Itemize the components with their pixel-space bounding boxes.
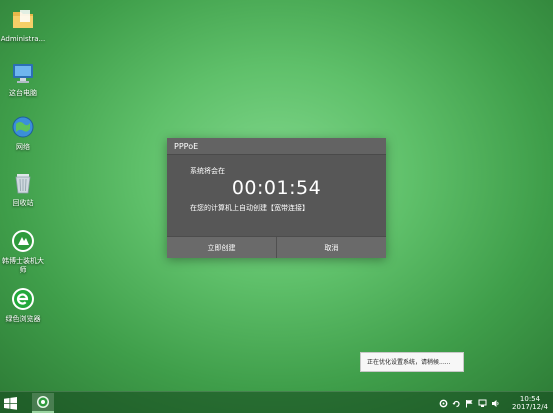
installer-app-icon	[12, 230, 34, 252]
desktop-icon-label: 这台电脑	[9, 89, 37, 97]
dialog-button-bar: 立即创建 取消	[167, 236, 386, 258]
desktop-icon-browser[interactable]: 绿色浏览器	[0, 286, 46, 324]
system-tray: 10:54 2017/12/4	[439, 392, 553, 413]
cancel-button[interactable]: 取消	[276, 237, 386, 258]
dialog-message-line2: 在您的计算机上自动创建【宽带连接】	[190, 204, 309, 212]
taskbar: 10:54 2017/12/4	[0, 391, 553, 413]
countdown-timer: 00:01:54	[231, 177, 322, 199]
settings-tray-icon[interactable]	[439, 399, 448, 408]
folder-icon	[13, 10, 33, 28]
taskbar-app-button[interactable]	[32, 393, 54, 413]
update-tray-icon[interactable]	[452, 399, 461, 408]
dialog-message-line1: 系统将会在	[190, 167, 225, 175]
flag-tray-icon[interactable]	[465, 399, 474, 408]
desktop-icon-label: Administra...	[0, 35, 46, 43]
network-tray-icon[interactable]	[478, 399, 487, 408]
clock-time: 10:54	[519, 395, 541, 403]
volume-tray-icon[interactable]	[491, 399, 500, 408]
windows-start-icon[interactable]	[4, 397, 17, 410]
taskbar-clock[interactable]: 10:54 2017/12/4	[507, 395, 553, 411]
desktop-icon-network[interactable]: 网络	[0, 114, 46, 152]
pppoe-dialog: PPPoE 系统将会在 00:01:54 在您的计算机上自动创建【宽带连接】 立…	[167, 138, 386, 258]
dialog-title: PPPoE	[167, 138, 386, 155]
computer-icon	[13, 64, 33, 83]
desktop-icon-label: 回收站	[12, 199, 34, 207]
optimizing-notification: 正在优化设置系统，请稍候......	[360, 352, 464, 372]
desktop-icon-administrator[interactable]: Administra...	[0, 6, 46, 44]
desktop-icon-label: 绿色浏览器	[5, 315, 41, 323]
clock-date: 2017/12/4	[512, 403, 548, 411]
desktop-icon-recycle-bin[interactable]: 回收站	[0, 170, 46, 208]
desktop-icon-label: 韩博士装机大师	[2, 257, 44, 274]
desktop-icon-installer-app[interactable]: 韩博士装机大师	[0, 228, 46, 275]
desktop-icon-label: 网络	[16, 143, 30, 151]
browser-icon	[12, 288, 34, 310]
create-now-button[interactable]: 立即创建	[167, 237, 276, 258]
desktop-icon-this-pc[interactable]: 这台电脑	[0, 60, 46, 98]
app-task-icon	[37, 396, 49, 408]
dialog-body: 系统将会在 00:01:54 在您的计算机上自动创建【宽带连接】	[167, 155, 386, 213]
recycle-bin-icon	[15, 174, 31, 194]
network-icon	[12, 116, 34, 138]
